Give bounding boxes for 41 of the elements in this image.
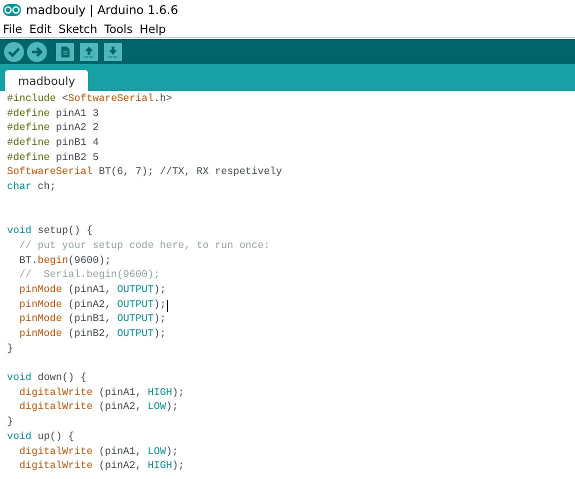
code-line: digitalWrite (pinA2, LOW); — [18, 401, 178, 416]
code-line: // put your setup code here, to run once: — [18, 240, 270, 254]
arrow-right-icon — [30, 46, 43, 57]
code-line: digitalWrite (pinA1, LOW); — [18, 446, 178, 460]
code-line: void setup() { — [7, 225, 93, 240]
code-line: digitalWrite (pinA2, HIGH); — [18, 460, 184, 474]
code-line: // Serial.begin(9600); — [18, 269, 160, 284]
verify-button[interactable] — [4, 42, 24, 62]
arrow-up-icon — [84, 46, 94, 57]
code-line: #define pinB2 5 — [7, 152, 99, 166]
file-tab[interactable]: madbouly — [5, 70, 88, 91]
code-line: #define pinB1 4 — [7, 137, 99, 152]
check-icon — [8, 47, 20, 57]
menu-item[interactable]: Help — [140, 22, 166, 36]
code-line: void down() { — [7, 372, 86, 386]
menu-item[interactable]: Sketch — [58, 22, 98, 36]
document-icon — [61, 46, 70, 57]
save-button[interactable] — [104, 42, 122, 60]
code-line: pinMode (pinA2, OUTPUT); — [18, 298, 166, 313]
code-line: } — [7, 416, 14, 430]
menu-item[interactable]: File — [3, 22, 22, 36]
window-title: madbouly | Arduino 1.6.6 — [26, 3, 178, 17]
app-logo-icon — [3, 4, 21, 16]
arrow-down-icon — [108, 46, 118, 57]
code-line: pinMode (pinB1, OUTPUT); — [18, 313, 166, 328]
code-line: digitalWrite (pinA1, HIGH); — [18, 386, 184, 401]
code-line: #include <SoftwareSerial.h> — [7, 93, 172, 107]
code-line: #define pinA2 2 — [7, 122, 99, 136]
menu-item[interactable]: Tools — [104, 22, 133, 36]
open-button[interactable] — [80, 42, 98, 60]
code-line: #define pinA1 3 — [7, 108, 99, 122]
upload-button[interactable] — [27, 42, 47, 62]
code-line: char ch; — [7, 181, 56, 196]
code-line: BT.begin(9600); — [18, 254, 111, 269]
code-line: pinMode (pinA1, OUTPUT); — [18, 284, 166, 298]
code-line: void up() { — [7, 430, 74, 445]
code-line: pinMode (pinB2, OUTPUT); — [18, 328, 166, 342]
code-line: } — [7, 342, 14, 357]
code-line: SoftwareSerial BT(6, 7); //TX, RX respetively — [7, 166, 282, 180]
menu-item[interactable]: Edit — [29, 22, 52, 36]
new-sketch-button[interactable] — [56, 42, 74, 60]
